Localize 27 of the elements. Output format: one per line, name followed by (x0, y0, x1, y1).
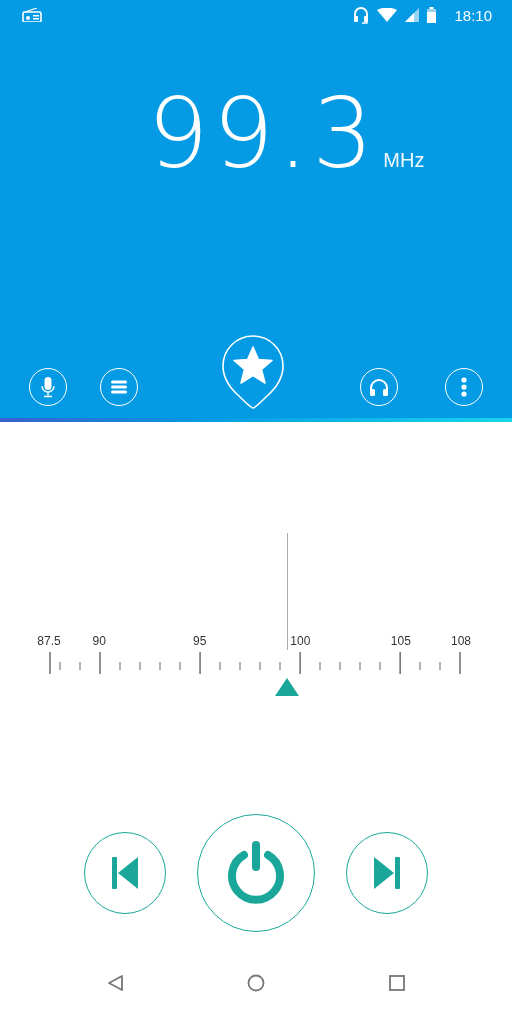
tuning-pointer[interactable] (274, 678, 299, 696)
wifi-icon (377, 8, 398, 22)
star-icon (221, 334, 285, 410)
favorite-button[interactable] (221, 334, 285, 410)
skip-next-icon (372, 856, 402, 890)
back-button[interactable] (106, 974, 124, 992)
frequency-display: 99.3 (147, 86, 378, 182)
signal-icon (405, 8, 420, 22)
status-time: 18:10 (454, 6, 492, 24)
home-button[interactable] (247, 974, 265, 992)
battery-icon (427, 7, 437, 23)
headphones-icon (369, 378, 389, 396)
power-icon (225, 841, 287, 905)
scale-label: 90 (92, 634, 106, 648)
list-icon (110, 379, 128, 395)
radio-icon (22, 8, 42, 22)
more-icon (461, 377, 467, 397)
headset-icon (353, 6, 370, 24)
scale-label: 95 (193, 634, 207, 648)
scale-label: 108 (451, 634, 471, 648)
skip-previous-icon (110, 856, 140, 890)
recents-button[interactable] (388, 974, 406, 992)
scale-label: 105 (390, 634, 411, 648)
microphone-icon (39, 376, 57, 398)
scale-label: 87.5 (37, 634, 61, 648)
scale-label: 100 (290, 634, 311, 648)
frequency-unit: MHz (383, 149, 425, 172)
